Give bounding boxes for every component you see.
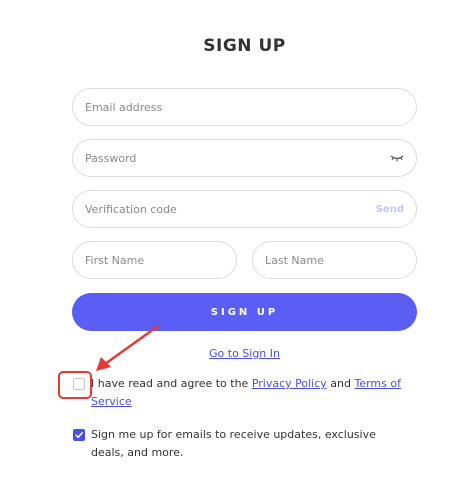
emails-checkbox[interactable]: [73, 429, 85, 441]
eye-closed-icon[interactable]: [390, 153, 404, 163]
last-name-input[interactable]: [265, 253, 404, 267]
emails-consent-text: Sign me up for emails to receive updates…: [91, 428, 376, 459]
last-name-field-wrapper: [252, 241, 417, 279]
agree-consent-text: I have read and agree to the Privacy Pol…: [91, 375, 411, 411]
check-icon: [75, 432, 83, 439]
privacy-policy-link[interactable]: Privacy Policy: [252, 377, 327, 390]
first-name-input[interactable]: [85, 253, 224, 267]
agree-text-middle: and: [326, 377, 355, 390]
agree-text-before: I have read and agree to the: [91, 377, 252, 390]
send-code-button[interactable]: Send: [376, 204, 404, 215]
go-to-sign-in-link[interactable]: Go to Sign In: [0, 347, 471, 360]
sign-up-button[interactable]: SIGN UP: [72, 293, 417, 331]
password-field-wrapper: [72, 139, 417, 177]
page-title: SIGN UP: [203, 36, 286, 56]
password-input[interactable]: [85, 151, 384, 165]
first-name-field-wrapper: [72, 241, 237, 279]
email-input[interactable]: [85, 100, 404, 114]
verification-field-wrapper: Send: [72, 190, 417, 228]
agree-checkbox[interactable]: [73, 378, 85, 390]
email-field-wrapper: [72, 88, 417, 126]
verification-code-input[interactable]: [85, 202, 370, 216]
